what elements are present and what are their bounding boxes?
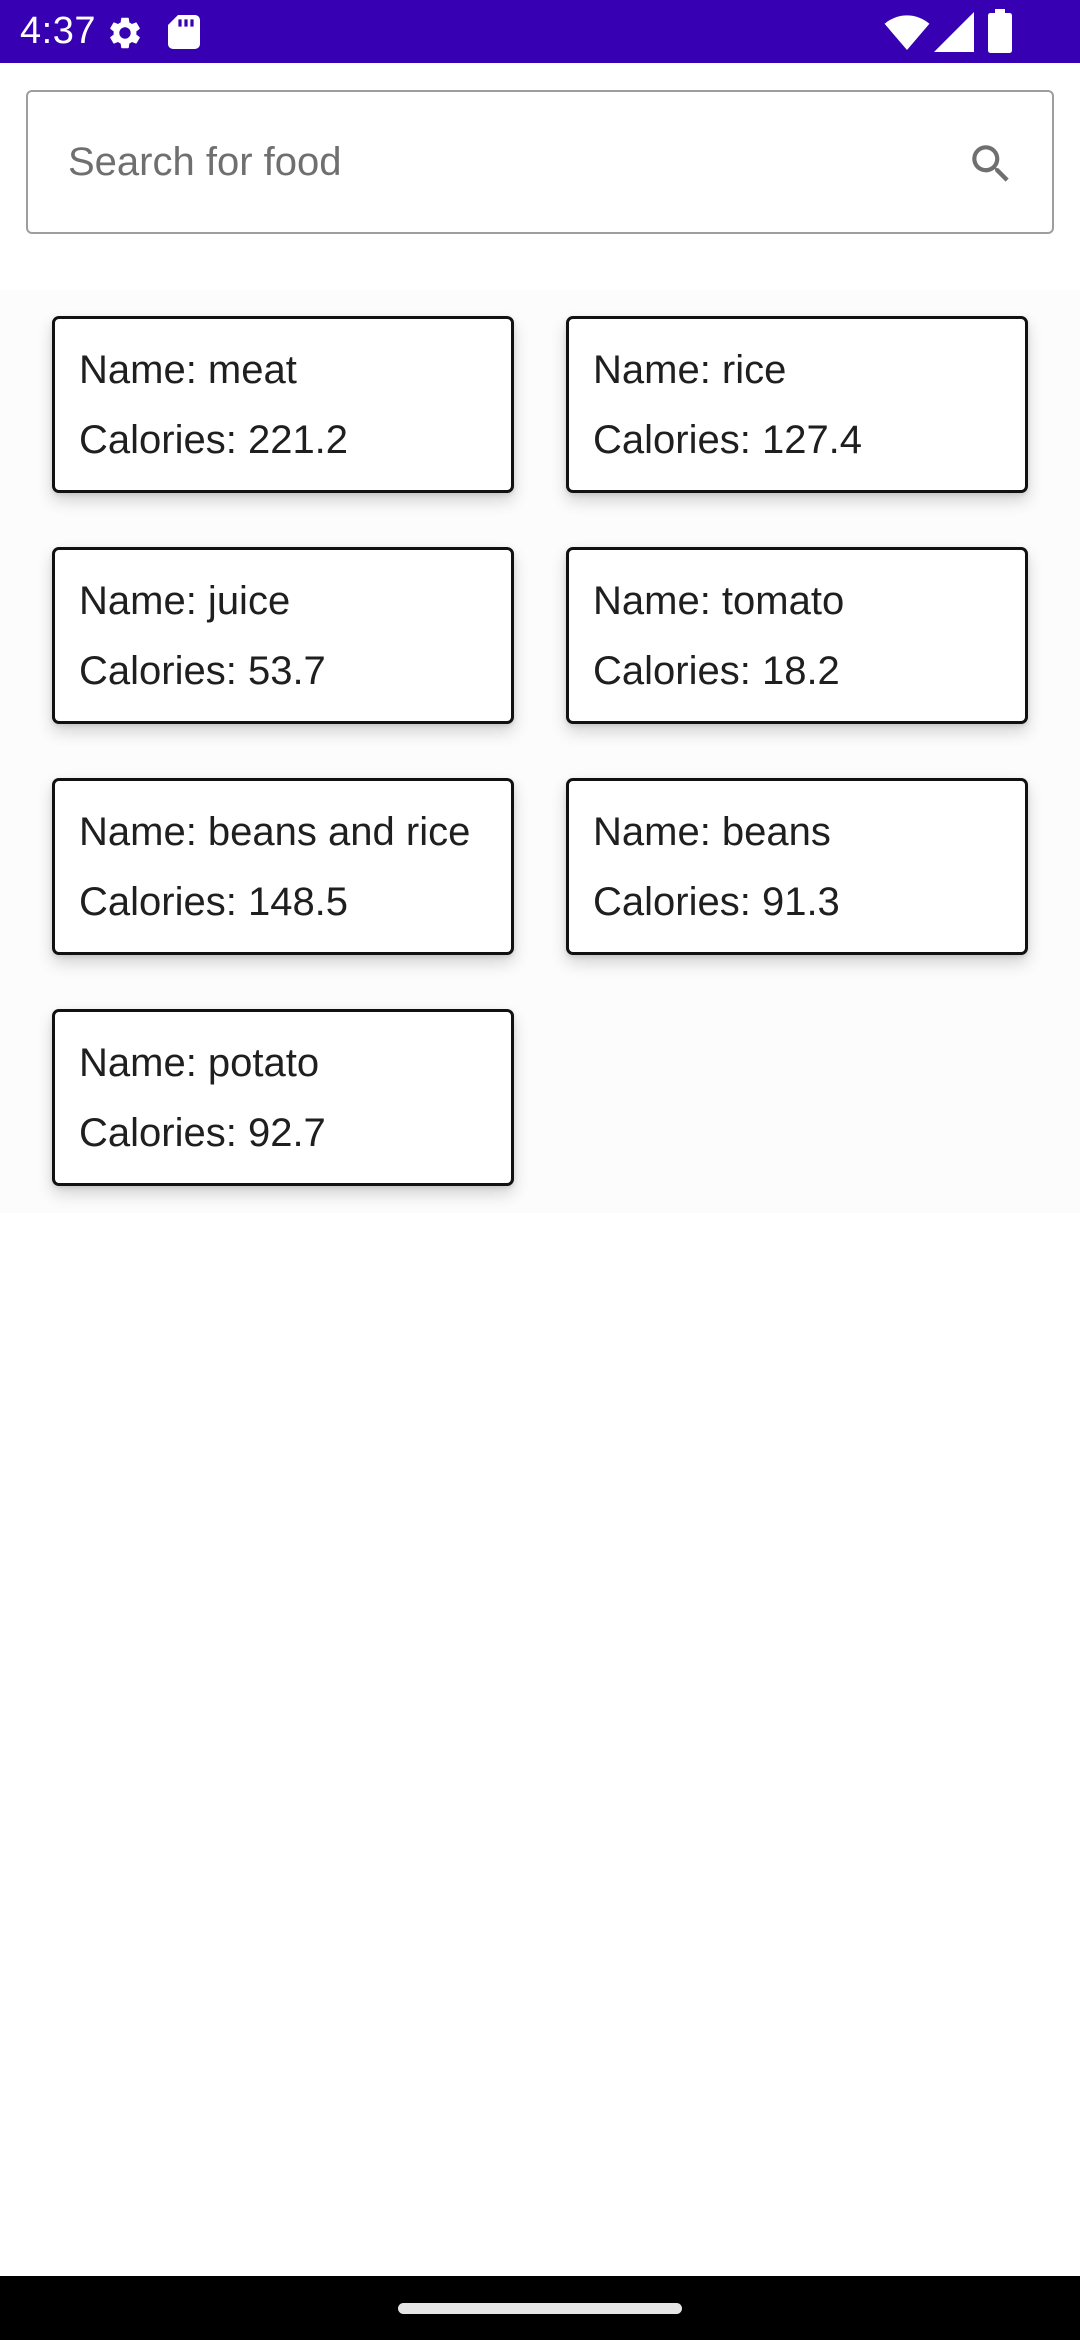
food-card-juice[interactable]: Name: juice Calories: 53.7: [52, 547, 514, 724]
food-card-tomato[interactable]: Name: tomato Calories: 18.2: [566, 547, 1028, 724]
status-bar: 4:37: [0, 0, 1080, 63]
food-calories: Calories: 148.5: [79, 880, 349, 924]
grid-empty-cell: [536, 1214, 1080, 1504]
search-box[interactable]: [26, 90, 1054, 234]
food-calories: Calories: 92.7: [79, 1111, 326, 1155]
food-name: Name: rice: [593, 348, 787, 392]
settings-gear-icon: [110, 17, 140, 49]
food-calories: Calories: 53.7: [79, 649, 326, 693]
food-card-beans[interactable]: Name: beans Calories: 91.3: [566, 778, 1028, 955]
search-icon[interactable]: [966, 139, 1016, 189]
food-calories: Calories: 127.4: [593, 418, 863, 462]
sd-card-icon: [168, 15, 200, 49]
food-name: Name: meat: [79, 348, 297, 392]
food-calories: Calories: 18.2: [593, 649, 840, 693]
food-card-potato[interactable]: Name: potato Calories: 92.7: [52, 1009, 514, 1186]
gesture-handle[interactable]: [398, 2303, 682, 2314]
food-name: Name: beans and rice: [79, 810, 471, 854]
food-card-meat[interactable]: Name: meat Calories: 221.2: [52, 316, 514, 493]
cell-signal-icon: [934, 12, 974, 52]
food-name: Name: juice: [79, 579, 291, 623]
wifi-icon: [884, 15, 930, 50]
battery-icon: [988, 9, 1012, 53]
status-time: 4:37: [20, 10, 96, 52]
food-card-beans-and-rice[interactable]: Name: beans and rice Calories: 148.5: [52, 778, 514, 955]
food-calories: Calories: 221.2: [79, 418, 349, 462]
food-name: Name: potato: [79, 1041, 320, 1085]
food-grid: Name: meat Calories: 221.2 Name: rice Ca…: [0, 290, 1080, 1504]
food-calories: Calories: 91.3: [593, 880, 840, 924]
food-name: Name: beans: [593, 810, 831, 854]
search-input[interactable]: [68, 92, 948, 232]
food-name: Name: tomato: [593, 579, 845, 623]
food-card-rice[interactable]: Name: rice Calories: 127.4: [566, 316, 1028, 493]
navigation-bar: [0, 2276, 1080, 2340]
